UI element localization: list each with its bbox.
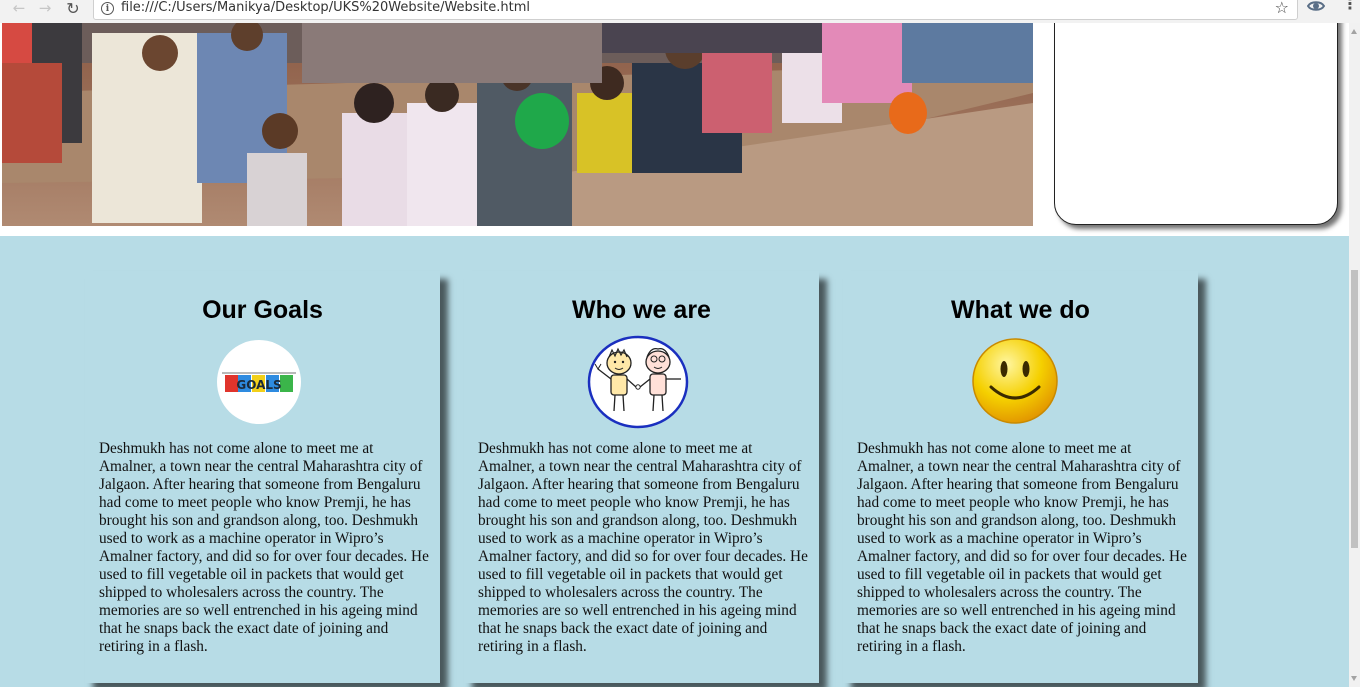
scroll-down-arrow-icon[interactable] [1351, 676, 1357, 681]
info-icon[interactable]: i [101, 2, 114, 15]
hero-image [2, 23, 1033, 226]
card-body-text: Deshmukh has not come alone to meet me a… [857, 440, 1187, 655]
page-viewport: Our Goals GOALS Deshmukh has not come al… [0, 23, 1349, 687]
address-bar[interactable]: i file:///C:/Users/Manikya/Desktop/UKS%2… [93, 0, 1298, 20]
star-icon[interactable]: ☆ [1275, 0, 1289, 17]
goals-icon: GOALS [217, 340, 301, 424]
card-body-text: Deshmukh has not come alone to meet me a… [99, 440, 429, 655]
card-body-text: Deshmukh has not come alone to meet me a… [478, 440, 808, 655]
forward-arrow-icon[interactable]: → [34, 0, 56, 17]
reload-icon[interactable]: ↻ [62, 0, 84, 18]
card-title: What we do [951, 296, 1090, 324]
url-text[interactable]: file:///C:/Users/Manikya/Desktop/UKS%20W… [121, 0, 530, 15]
browser-toolbar: ← → ↻ i file:///C:/Users/Manikya/Desktop… [0, 0, 1360, 23]
two-kids-icon [587, 335, 689, 429]
vertical-scrollbar[interactable] [1349, 23, 1360, 687]
card-who-we-are: Who we are Deshmukh has not come alone t… [464, 271, 819, 683]
info-section: Our Goals GOALS Deshmukh has not come al… [0, 236, 1349, 687]
scroll-up-arrow-icon[interactable] [1351, 29, 1357, 34]
smiley-icon [972, 338, 1058, 424]
card-our-goals: Our Goals GOALS Deshmukh has not come al… [85, 271, 440, 683]
card-title: Our Goals [202, 296, 323, 324]
scrollbar-thumb[interactable] [1351, 270, 1358, 548]
eye-extension-icon[interactable] [1307, 0, 1325, 15]
side-panel [1054, 23, 1338, 225]
kebab-menu-icon[interactable]: ⋮ [1342, 0, 1358, 12]
card-what-we-do: What we do Deshmukh has not come alone t… [843, 271, 1198, 683]
card-title: Who we are [572, 296, 711, 324]
back-arrow-icon[interactable]: ← [8, 0, 30, 17]
svg-text:GOALS: GOALS [236, 378, 281, 392]
